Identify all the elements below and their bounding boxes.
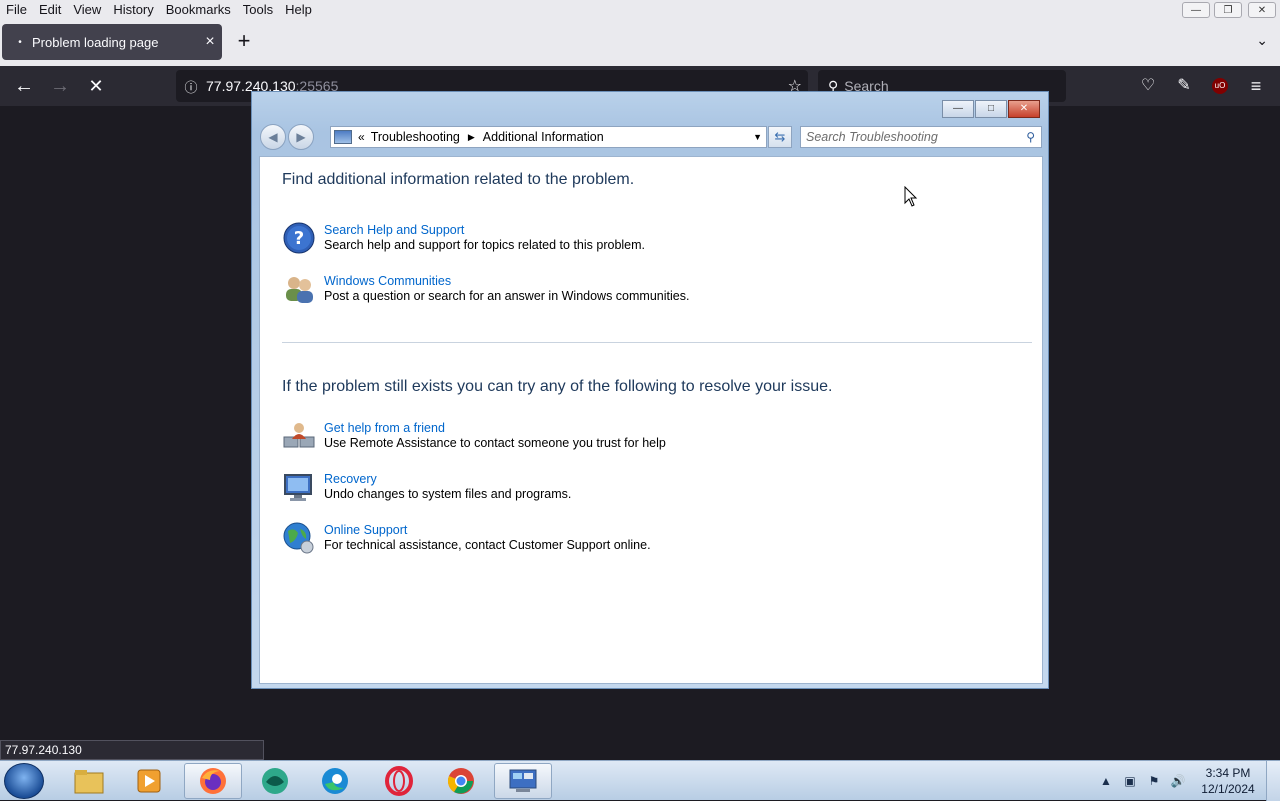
taskbar-opera[interactable] — [370, 763, 428, 799]
tab-problem-loading[interactable]: • Problem loading page × — [2, 24, 222, 60]
breadcrumb[interactable]: « Troubleshooting ▶ Additional Informati… — [330, 126, 767, 148]
control-panel-taskbar-icon — [509, 769, 537, 792]
list-item: Online Support For technical assistance,… — [282, 521, 651, 555]
network-icon[interactable]: ▣ — [1118, 774, 1142, 788]
get-help-friend-link[interactable]: Get help from a friend — [324, 421, 666, 436]
remote-assistance-icon — [283, 423, 315, 448]
control-panel-icon — [334, 130, 352, 144]
list-item: Windows Communities Post a question or s… — [282, 272, 689, 306]
system-tray: ▲ ▣ ⚑ 🔊 3:34 PM 12/1/2024 — [1094, 761, 1280, 801]
globe-icon — [283, 522, 314, 554]
forward-button[interactable]: → — [46, 72, 74, 100]
online-support-link[interactable]: Online Support — [324, 523, 651, 538]
status-url: 77.97.240.130 — [0, 740, 264, 760]
minimize-button[interactable]: — — [1182, 2, 1210, 18]
tab-strip: • Problem loading page × + ⌄ — [0, 20, 1280, 66]
taskbar-control-panel[interactable] — [494, 763, 552, 799]
edge-icon — [322, 768, 348, 794]
dialog-search-icon[interactable]: ⚲ — [1026, 130, 1035, 144]
menu-history[interactable]: History — [107, 0, 159, 20]
clock-time: 3:34 PM — [1205, 766, 1251, 780]
menu-file[interactable]: File — [0, 0, 33, 20]
address-dropdown-icon[interactable]: ▼ — [753, 132, 762, 142]
dialog-close-button[interactable]: ✕ — [1008, 100, 1040, 118]
clock[interactable]: 3:34 PM 12/1/2024 — [1190, 765, 1266, 797]
dialog-back-button[interactable]: ◀ — [260, 124, 286, 150]
green-app-icon — [262, 768, 288, 794]
tab-close-icon[interactable]: × — [198, 33, 222, 51]
tab-loading-icon: • — [18, 36, 22, 48]
menu-bookmarks[interactable]: Bookmarks — [160, 0, 237, 20]
menu-tools[interactable]: Tools — [237, 0, 279, 20]
taskbar-firefox[interactable] — [184, 763, 242, 799]
breadcrumb-troubleshooting[interactable]: Troubleshooting — [371, 130, 460, 144]
menu-bar: File Edit View History Bookmarks Tools H… — [0, 0, 1280, 20]
recovery-desc: Undo changes to system files and program… — [324, 487, 572, 501]
site-info-icon[interactable]: ⓘ — [176, 77, 206, 96]
firefox-icon — [200, 768, 226, 794]
search-help-desc: Search help and support for topics relat… — [324, 238, 646, 252]
dialog-minimize-button[interactable]: — — [942, 100, 974, 118]
taskbar-media-player[interactable] — [120, 763, 178, 799]
tab-title: Problem loading page — [32, 34, 159, 50]
dialog-content: Find additional information related to t… — [259, 156, 1043, 684]
windows-communities-link[interactable]: Windows Communities — [324, 274, 689, 289]
explorer-nav-row: ◀ ▶ « Troubleshooting ▶ Additional Infor… — [260, 124, 1042, 150]
divider — [282, 342, 1032, 343]
volume-muted-icon[interactable]: 🔊 — [1166, 774, 1190, 788]
windows-communities-desc: Post a question or search for an answer … — [324, 289, 690, 303]
taskbar: ▲ ▣ ⚑ 🔊 3:34 PM 12/1/2024 — [0, 760, 1280, 801]
menu-view[interactable]: View — [67, 0, 107, 20]
stop-loading-button[interactable]: ✕ — [82, 72, 110, 100]
list-item: ? Search Help and Support Search help an… — [282, 221, 645, 255]
search-troubleshooting-placeholder: Search Troubleshooting — [806, 130, 938, 144]
breadcrumb-chevrons[interactable]: « — [358, 130, 365, 144]
close-window-button[interactable]: ✕ — [1248, 2, 1276, 18]
list-item: Recovery Undo changes to system files an… — [282, 470, 571, 504]
back-button[interactable]: ← — [10, 72, 38, 100]
taskbar-green-app[interactable] — [246, 763, 304, 799]
recovery-link[interactable]: Recovery — [324, 472, 571, 487]
chrome-icon — [447, 768, 474, 794]
show-desktop-button[interactable] — [1266, 761, 1280, 801]
new-tab-button[interactable]: + — [232, 30, 256, 54]
restore-button[interactable]: ❐ — [1214, 2, 1242, 18]
help-icon: ? — [283, 222, 315, 254]
menu-help[interactable]: Help — [279, 0, 318, 20]
taskbar-edge[interactable] — [306, 763, 364, 799]
breadcrumb-separator-icon[interactable]: ▶ — [468, 132, 475, 143]
pocket-icon[interactable]: ♡ — [1138, 76, 1158, 96]
search-troubleshooting-input[interactable]: Search Troubleshooting ⚲ — [800, 126, 1042, 148]
mouse-cursor-icon — [904, 186, 918, 207]
extensions-icon[interactable]: ✎ — [1174, 76, 1194, 96]
refresh-button[interactable]: ⇆ — [768, 126, 792, 148]
section-heading-find-info: Find additional information related to t… — [282, 171, 635, 188]
start-button[interactable] — [4, 763, 44, 799]
ublock-origin-icon[interactable]: uO — [1212, 78, 1228, 94]
recovery-icon — [284, 474, 312, 501]
app-menu-icon[interactable]: ≡ — [1246, 76, 1266, 96]
troubleshooting-window: — □ ✕ ◀ ▶ « Troubleshooting ▶ Additional… — [251, 91, 1049, 689]
list-all-tabs-icon[interactable]: ⌄ — [1256, 32, 1268, 49]
menu-edit[interactable]: Edit — [33, 0, 67, 20]
dialog-forward-button[interactable]: ▶ — [288, 124, 314, 150]
breadcrumb-additional-information[interactable]: Additional Information — [483, 130, 604, 144]
opera-icon — [385, 766, 413, 796]
online-support-desc: For technical assistance, contact Custom… — [324, 538, 651, 552]
window-controls: — □ ✕ — [941, 100, 1040, 118]
media-player-icon — [137, 769, 161, 793]
get-help-friend-desc: Use Remote Assistance to contact someone… — [324, 436, 666, 450]
taskbar-file-explorer[interactable] — [60, 763, 118, 799]
action-center-flag-icon[interactable]: ⚑ — [1142, 774, 1166, 788]
dialog-maximize-button[interactable]: □ — [975, 100, 1007, 118]
search-help-link[interactable]: Search Help and Support — [324, 223, 645, 238]
taskbar-chrome[interactable] — [432, 763, 490, 799]
list-item: Get help from a friend Use Remote Assist… — [282, 419, 666, 453]
section-heading-resolve: If the problem still exists you can try … — [282, 378, 833, 395]
show-hidden-icons-icon[interactable]: ▲ — [1094, 774, 1118, 788]
communities-icon — [286, 277, 313, 303]
clock-date: 12/1/2024 — [1201, 782, 1255, 796]
folder-icon — [74, 770, 104, 794]
svg-text:?: ? — [294, 228, 304, 249]
